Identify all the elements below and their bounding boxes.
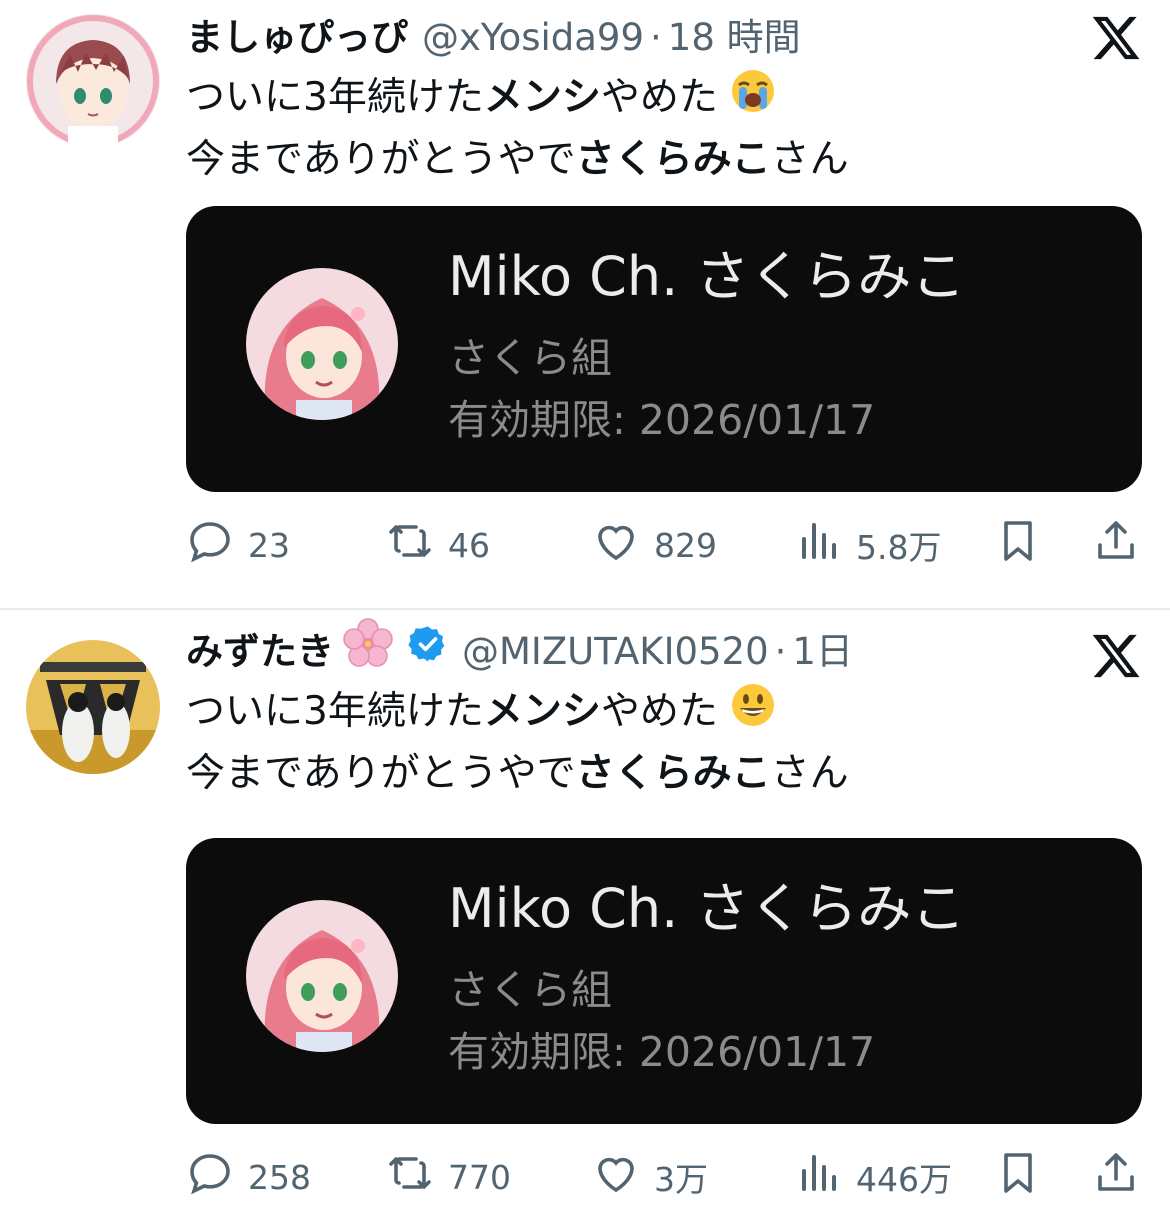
views-button[interactable]: 5.8万 — [794, 514, 941, 576]
heart-icon — [592, 517, 640, 573]
text-bold: メンシ — [483, 689, 601, 734]
membership-card[interactable]: Miko Ch. さくらみこ さくら組 有効期限: 2026/01/17 — [186, 838, 1142, 1124]
share-button[interactable] — [1092, 514, 1140, 576]
tweet-actions: 258 770 3万 446万 — [186, 1146, 1140, 1208]
retweet-icon — [386, 517, 434, 573]
retweet-button[interactable]: 770 — [386, 1146, 511, 1208]
tweet-text-line: ついに3年続けたメンシやめた — [186, 68, 849, 131]
text-span: やめた — [600, 689, 718, 734]
user-avatar[interactable] — [26, 14, 160, 148]
separator-dot: · — [774, 630, 787, 673]
like-button[interactable]: 3万 — [592, 1146, 708, 1208]
text-span: 今までありがとうやで — [186, 751, 576, 796]
text-span: さん — [770, 751, 849, 796]
like-button[interactable]: 829 — [592, 514, 717, 576]
user-avatar[interactable] — [26, 640, 160, 774]
text-span: ついに3年続けた — [186, 689, 484, 734]
text-span: さん — [770, 137, 849, 182]
user-handle[interactable]: @xYosida99 — [422, 10, 644, 66]
membership-expiry: 有効期限: 2026/01/17 — [448, 396, 876, 444]
membership-card[interactable]: Miko Ch. さくらみこ さくら組 有効期限: 2026/01/17 — [186, 206, 1142, 492]
text-span: ついに3年続けた — [186, 75, 484, 120]
cherry-blossom-icon — [340, 616, 396, 688]
view-count: 5.8万 — [856, 528, 942, 567]
loudly-crying-face-icon — [730, 68, 776, 131]
x-logo-icon — [1090, 12, 1142, 64]
membership-expiry: 有効期限: 2026/01/17 — [448, 1028, 876, 1076]
retweet-count: 46 — [448, 525, 490, 565]
x-logo-icon — [1090, 630, 1142, 682]
tweet-text-line: 今までありがとうやでさくらみこさん — [186, 131, 849, 189]
tweet-actions: 23 46 829 5.8万 — [186, 514, 1140, 576]
tweet-text: ついに3年続けたメンシやめた 今までありがとうやでさくらみこさん — [186, 682, 849, 803]
views-button[interactable]: 446万 — [794, 1146, 952, 1208]
text-span: やめた — [600, 75, 718, 120]
text-bold: メンシ — [483, 75, 601, 120]
heart-icon — [592, 1149, 640, 1205]
timestamp[interactable]: 18 時間 — [668, 10, 801, 66]
reply-count: 258 — [248, 1157, 311, 1197]
user-handle[interactable]: @MIZUTAKI0520 — [462, 624, 769, 680]
timestamp[interactable]: 1日 — [792, 624, 853, 680]
display-name[interactable]: みずたき — [186, 624, 334, 680]
tweet[interactable]: ましゅぴっぴ @xYosida99 · 18 時間 ついに3年続けたメンシやめた… — [0, 0, 1170, 608]
bookmark-icon — [994, 517, 1042, 573]
tweet-text-line: ついに3年続けたメンシやめた — [186, 682, 849, 745]
channel-avatar — [246, 268, 398, 420]
reply-icon — [186, 1149, 234, 1205]
like-count: 829 — [654, 525, 717, 565]
display-name[interactable]: ましゅぴっぴ — [186, 10, 408, 66]
share-icon — [1092, 1149, 1140, 1205]
tweet-header: ましゅぴっぴ @xYosida99 · 18 時間 — [186, 10, 801, 66]
tweet-text: ついに3年続けたメンシやめた 今までありがとうやでさくらみこさん — [186, 68, 849, 189]
retweet-count: 770 — [448, 1157, 511, 1197]
tweet[interactable]: みずたき @MIZUTAKI0520 · 1日 ついに3年続けたメンシやめた 今… — [0, 608, 1170, 1230]
tweet-text-line: 今までありがとうやでさくらみこさん — [186, 745, 849, 803]
bookmark-icon — [994, 1149, 1042, 1205]
text-span: 今までありがとうやで — [186, 137, 576, 182]
membership-tier: さくら組 — [448, 966, 612, 1014]
bookmark-button[interactable] — [994, 514, 1042, 576]
reply-icon — [186, 517, 234, 573]
reply-button[interactable]: 23 — [186, 514, 290, 576]
retweet-button[interactable]: 46 — [386, 514, 490, 576]
membership-tier: さくら組 — [448, 334, 612, 382]
views-chart-icon — [794, 517, 842, 573]
bookmark-button[interactable] — [994, 1146, 1042, 1208]
channel-title: Miko Ch. さくらみこ — [448, 245, 966, 308]
text-bold: さくらみこ — [575, 137, 771, 182]
tweet-header: みずたき @MIZUTAKI0520 · 1日 — [186, 618, 853, 680]
channel-avatar — [246, 900, 398, 1052]
share-icon — [1092, 517, 1140, 573]
verified-badge-icon[interactable] — [408, 624, 448, 680]
channel-title: Miko Ch. さくらみこ — [448, 877, 966, 940]
reply-count: 23 — [248, 525, 290, 565]
views-chart-icon — [794, 1149, 842, 1205]
text-bold: さくらみこ — [575, 751, 771, 796]
view-count: 446万 — [856, 1160, 952, 1199]
grinning-face-icon — [730, 682, 776, 745]
separator-dot: · — [650, 16, 662, 59]
share-button[interactable] — [1092, 1146, 1140, 1208]
reply-button[interactable]: 258 — [186, 1146, 311, 1208]
like-count: 3万 — [654, 1160, 708, 1199]
retweet-icon — [386, 1149, 434, 1205]
